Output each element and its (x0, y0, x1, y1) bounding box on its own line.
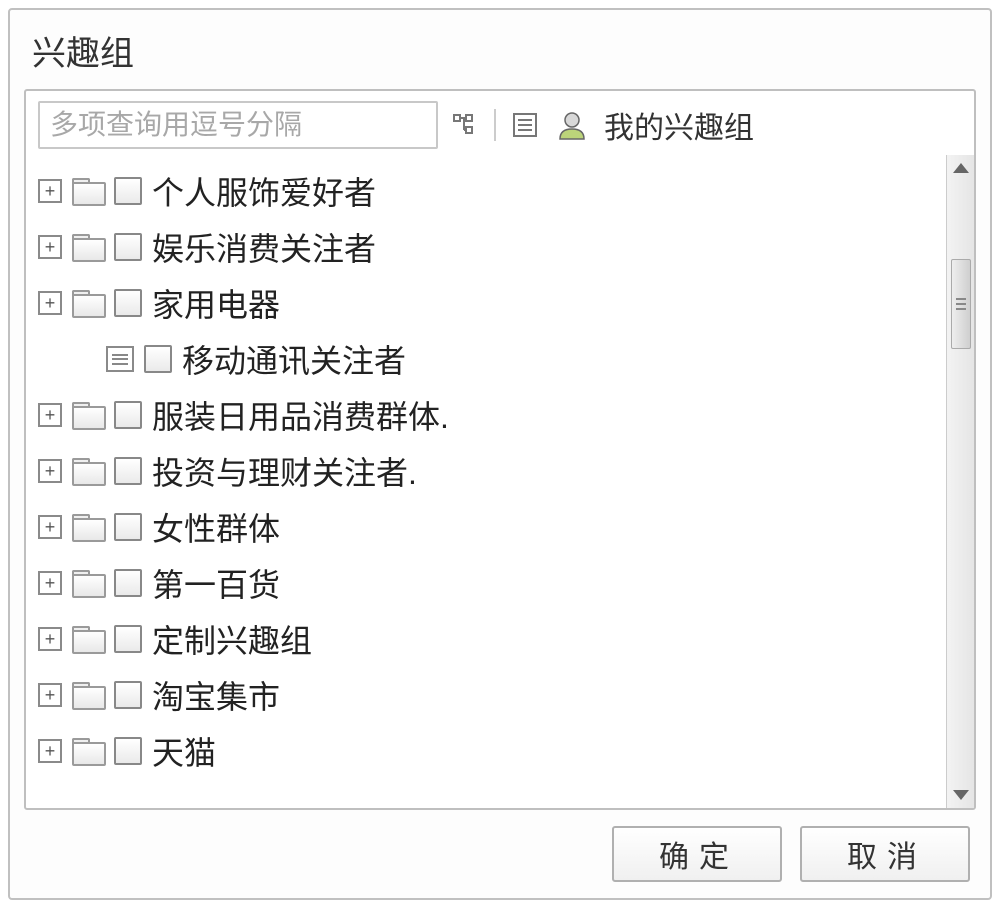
tree-item-label[interactable]: 娱乐消费关注者 (152, 224, 376, 270)
ok-button[interactable]: 确定 (612, 826, 782, 882)
tree-item-label[interactable]: 服装日用品消费群体. (152, 392, 449, 438)
expand-icon[interactable]: + (38, 627, 62, 651)
folder-icon (72, 570, 106, 596)
dialog-title: 兴趣组 (32, 26, 972, 75)
tree-checkbox[interactable] (114, 401, 142, 429)
scroll-up-arrow[interactable] (953, 163, 969, 173)
expand-icon[interactable]: + (38, 683, 62, 707)
tree-item-label[interactable]: 天猫 (152, 728, 216, 774)
tree-item-label[interactable]: 投资与理财关注者. (152, 448, 417, 494)
expand-icon[interactable]: + (38, 515, 62, 539)
scroll-down-arrow[interactable] (953, 790, 969, 800)
tree-list: +个人服饰爱好者+娱乐消费关注者+家用电器移动通讯关注者+服装日用品消费群体.+… (26, 155, 946, 808)
tree-view-icon[interactable] (448, 108, 482, 142)
tree-checkbox[interactable] (114, 457, 142, 485)
vertical-scrollbar[interactable] (946, 155, 974, 808)
folder-icon (72, 234, 106, 260)
expand-icon[interactable]: + (38, 571, 62, 595)
tree-item: + 家用电器 (38, 275, 942, 331)
tree-checkbox[interactable] (114, 233, 142, 261)
tree-checkbox[interactable] (114, 289, 142, 317)
expand-icon[interactable]: + (38, 403, 62, 427)
expand-icon[interactable]: + (38, 739, 62, 763)
folder-icon (72, 290, 106, 316)
folder-icon (72, 738, 106, 764)
tree-checkbox[interactable] (114, 737, 142, 765)
folder-icon (72, 682, 106, 708)
tree-item: + 娱乐消费关注者 (38, 219, 942, 275)
tree-item: + 服装日用品消费群体. (38, 387, 942, 443)
dialog-footer: 确定 取消 (24, 810, 976, 884)
document-icon (106, 346, 134, 372)
tree-item: + 定制兴趣组 (38, 611, 942, 667)
tree-container: +个人服饰爱好者+娱乐消费关注者+家用电器移动通讯关注者+服装日用品消费群体.+… (26, 155, 974, 808)
folder-icon (72, 458, 106, 484)
tree-checkbox[interactable] (114, 513, 142, 541)
expander-placeholder (38, 347, 62, 371)
tree-item-label[interactable]: 移动通讯关注者 (182, 336, 406, 382)
tree-item-label[interactable]: 个人服饰爱好者 (152, 168, 376, 214)
folder-icon (72, 626, 106, 652)
tree-item-label[interactable]: 定制兴趣组 (152, 616, 312, 662)
folder-icon (72, 514, 106, 540)
tree-item: + 第一百货 (38, 555, 942, 611)
folder-icon (72, 402, 106, 428)
tree-checkbox[interactable] (114, 177, 142, 205)
list-view-icon[interactable] (508, 108, 542, 142)
tree-item: + 淘宝集市 (38, 667, 942, 723)
tree-item-label[interactable]: 淘宝集市 (152, 672, 280, 718)
my-interest-groups-link[interactable]: 我的兴趣组 (604, 103, 754, 147)
inner-panel: 我的兴趣组 + 个人服饰爱好者 + 娱乐消费关注者 + 家用电器移动通讯关注者 + 服装日用品… (24, 89, 976, 810)
tree-item: + 女性群体 (38, 499, 942, 555)
expand-icon[interactable]: + (38, 179, 62, 203)
tree-checkbox[interactable] (114, 681, 142, 709)
tree-item: + 天猫 (38, 723, 942, 779)
tree-item: + 投资与理财关注者. (38, 443, 942, 499)
expand-icon[interactable]: + (38, 459, 62, 483)
expand-icon[interactable]: + (38, 235, 62, 259)
tree-item-label[interactable]: 第一百货 (152, 560, 280, 606)
tree-item: + 个人服饰爱好者 (38, 163, 942, 219)
expand-icon[interactable]: + (38, 291, 62, 315)
tree-checkbox[interactable] (114, 569, 142, 597)
cancel-button[interactable]: 取消 (800, 826, 970, 882)
search-input[interactable] (38, 101, 438, 149)
toolbar: 我的兴趣组 (26, 91, 974, 155)
tree-checkbox[interactable] (114, 625, 142, 653)
tree-item: 移动通讯关注者 (38, 331, 942, 387)
tree-item-label[interactable]: 家用电器 (152, 280, 280, 326)
folder-icon (72, 178, 106, 204)
tree-item-label[interactable]: 女性群体 (152, 504, 280, 550)
scroll-thumb[interactable] (951, 259, 971, 349)
tree-checkbox[interactable] (144, 345, 172, 373)
scroll-track[interactable] (947, 179, 974, 784)
toolbar-separator (494, 109, 496, 141)
person-icon (556, 109, 588, 141)
interest-group-dialog: 兴趣组 (8, 8, 992, 900)
